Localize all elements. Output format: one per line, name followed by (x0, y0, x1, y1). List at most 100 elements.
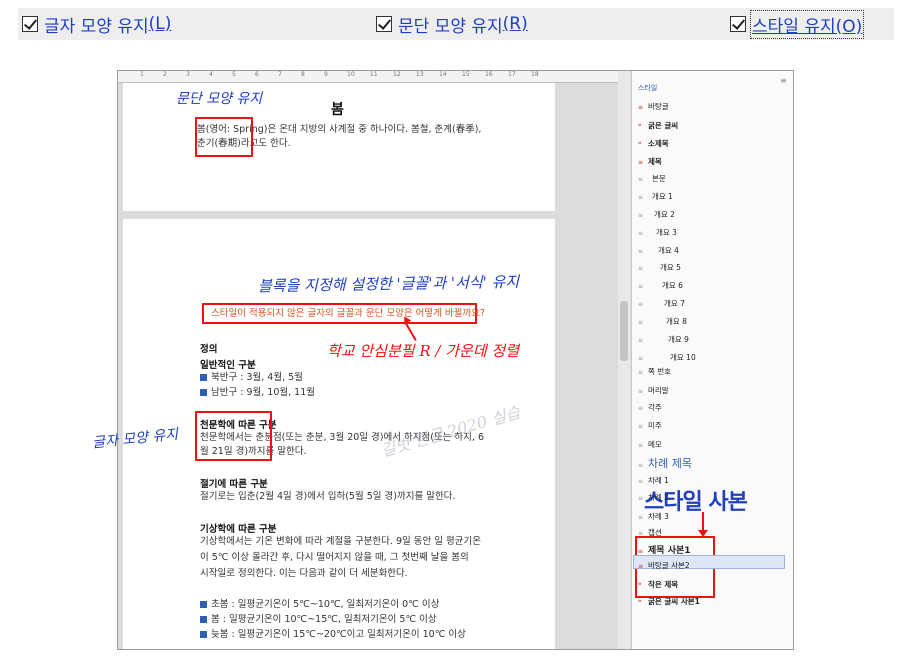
scroll-thumb[interactable] (620, 301, 628, 361)
style-item-label: 차례 3 (648, 512, 669, 521)
ruler-tick: 14 (439, 71, 447, 78)
style-type-icon: ❝ (638, 599, 642, 606)
style-item[interactable]: ❝ 굵은 글씨 (638, 120, 678, 131)
style-item[interactable]: ≡ 차례 1 (638, 475, 669, 486)
ruler-tick: 11 (370, 71, 378, 78)
style-item[interactable]: ≡ 차례 2 (638, 492, 669, 503)
style-item[interactable]: ≡ 개요 2 (638, 209, 675, 220)
style-item-label: 차례 제목 (648, 457, 692, 470)
vertical-scrollbar[interactable] (618, 71, 630, 649)
bullet-icon (200, 601, 207, 608)
style-item[interactable]: ≡ 개요 5 (638, 262, 681, 273)
style-type-icon: ❝ (638, 582, 642, 589)
style-item-label: 차례 2 (648, 493, 669, 502)
keep-style-label-group: 스타일 유지(O) (749, 9, 865, 39)
style-pane-title: 스타일 (638, 84, 658, 92)
style-item[interactable]: ≡ 개요 8 (638, 316, 687, 327)
ruler-tick: 18 (531, 71, 539, 78)
style-item[interactable]: ≡ 미주 (638, 420, 662, 431)
weather-line1: 기상학에서는 기온 변화에 따라 계절을 구분한다. 9일 동안 일 평균기온 (200, 536, 481, 547)
keep-para-shape-label: 문단 모양 유지 (398, 16, 503, 37)
style-type-icon: ≡ (638, 337, 644, 344)
style-item-label: 미주 (648, 421, 662, 430)
bullet-icon (200, 616, 207, 623)
ruler-tick: 7 (278, 71, 282, 78)
style-item[interactable]: ≡ 바탕글 (638, 101, 669, 112)
para-keep-highlight (195, 117, 253, 157)
style-item-label: 차례 1 (648, 476, 669, 485)
style-item[interactable]: ≡ 개요 9 (638, 334, 689, 345)
style-item-label: 각주 (648, 403, 662, 412)
keep-style-option[interactable]: 스타일 유지(O) (730, 9, 865, 39)
style-item-label: 개요 10 (670, 353, 696, 362)
style-item[interactable]: ≡ 개요 10 (638, 352, 696, 363)
style-item-label: 개요 9 (668, 335, 689, 344)
style-item[interactable]: ≡ 개요 3 (638, 227, 677, 238)
ruler-tick: 5 (232, 71, 236, 78)
paste-options-bar: 글자 모양 유지 (L) 문단 모양 유지 (R) 스타일 유지(O) (18, 8, 894, 40)
style-item[interactable]: ≡ 바탕글 사본2 (638, 560, 690, 571)
keep-style-checkbox[interactable] (730, 16, 746, 32)
keep-style-key: (O) (835, 16, 863, 37)
keep-char-shape-checkbox[interactable] (22, 16, 38, 32)
style-item[interactable]: ❝ 소제목 (638, 138, 669, 149)
style-type-icon: ≡ (638, 301, 644, 308)
late-text: 늦봄 : 일평균기온이 15℃~20℃이고 일최저기온이 10℃ 이상 (211, 629, 466, 640)
annotation-para-keep: 문단 모양 유지 (176, 91, 263, 107)
ruler-tick: 17 (508, 71, 516, 78)
pane-menu-icon[interactable]: ≡ (780, 76, 787, 85)
style-item-label: 제목 (648, 157, 662, 166)
sample-line: 스타일이 적용되지 않은 글자의 글꼴과 문단 모양은 어떻게 바뀔까요? (211, 308, 485, 319)
style-item-label: 바탕글 (648, 102, 669, 111)
style-item[interactable]: ≡ 메모 (638, 439, 662, 450)
style-type-icon: ≡ (638, 423, 644, 430)
style-item-label: 개요 8 (666, 317, 687, 326)
style-item-label: 개요 3 (656, 228, 677, 237)
style-type-icon: ≡ (638, 283, 644, 290)
style-item[interactable]: ≡ 각주 (638, 402, 662, 413)
style-item-label: 소제목 (648, 139, 669, 148)
keep-char-shape-option[interactable]: 글자 모양 유지 (L) (22, 12, 171, 37)
style-item[interactable]: ≡ 제목 사본1 (638, 543, 691, 556)
keep-para-shape-checkbox[interactable] (376, 16, 392, 32)
style-item[interactable]: ≡ 개요 7 (638, 298, 685, 309)
style-item[interactable]: ≡ 개요 1 (638, 191, 673, 202)
char-keep-highlight (195, 411, 272, 461)
style-item[interactable]: ≡ 머리말 (638, 385, 669, 396)
style-item-label: 본문 (652, 174, 666, 183)
style-item-label: 개요 1 (652, 192, 673, 201)
bullet-icon (200, 389, 207, 396)
ruler-tick: 12 (393, 71, 401, 78)
style-item[interactable]: ≡ 본문 (638, 173, 666, 184)
style-type-icon: ≡ (638, 514, 644, 521)
ruler-tick: 6 (255, 71, 259, 78)
style-item[interactable]: ≡ 차례 3 (638, 511, 669, 522)
style-type-icon: ≡ (638, 462, 644, 469)
style-item-label: 개요 5 (660, 263, 681, 272)
style-item-label: 개요 6 (662, 281, 683, 290)
style-type-icon: ≡ (638, 442, 644, 449)
style-type-icon: ❝ (638, 123, 642, 130)
style-item[interactable]: ❝ 작은 제목 (638, 579, 678, 590)
weather-line3: 시작일로 정의한다. 이는 다음과 같이 더 세분화한다. (200, 568, 408, 579)
style-type-icon: ≡ (638, 194, 644, 201)
style-type-icon: ≡ (638, 176, 644, 183)
style-item-label: 캡션 (648, 528, 662, 537)
style-item[interactable]: ❝ 굵은 글씨 사본1 (638, 596, 700, 607)
style-type-icon: ≡ (638, 265, 644, 272)
style-item[interactable]: ≡ 개요 4 (638, 245, 679, 256)
style-pane: 스타일 ≡ ≡ 바탕글 ❝ 굵은 글씨 ❝ 소제목 ≡ 제목 ≡ 본문 ≡ 개요 1 ≡ 개요 2 ≡ 개요 … (631, 71, 793, 649)
ruler-tick: 9 (324, 71, 328, 78)
keep-para-shape-option[interactable]: 문단 모양 유지 (R) (376, 12, 528, 37)
ruler-tick: 2 (163, 71, 167, 78)
style-item[interactable]: ≡ 개요 6 (638, 280, 683, 291)
style-item[interactable]: ≡ 제목 (638, 156, 662, 167)
style-item-label: 제목 사본1 (648, 546, 691, 556)
style-item[interactable]: ≡ 쪽 번호 (638, 366, 671, 377)
style-item-label: 굵은 글씨 (648, 121, 679, 130)
style-type-icon: ≡ (638, 248, 644, 255)
style-item[interactable]: ≡ 캡션 (638, 527, 662, 538)
weather-line2: 이 5℃ 이상 올라간 후, 다시 떨어지지 않을 때, 그 첫번째 날을 봄의 (200, 552, 469, 563)
style-item[interactable]: ≡ 차례 제목 (638, 455, 692, 471)
ruler-tick: 10 (347, 71, 355, 78)
